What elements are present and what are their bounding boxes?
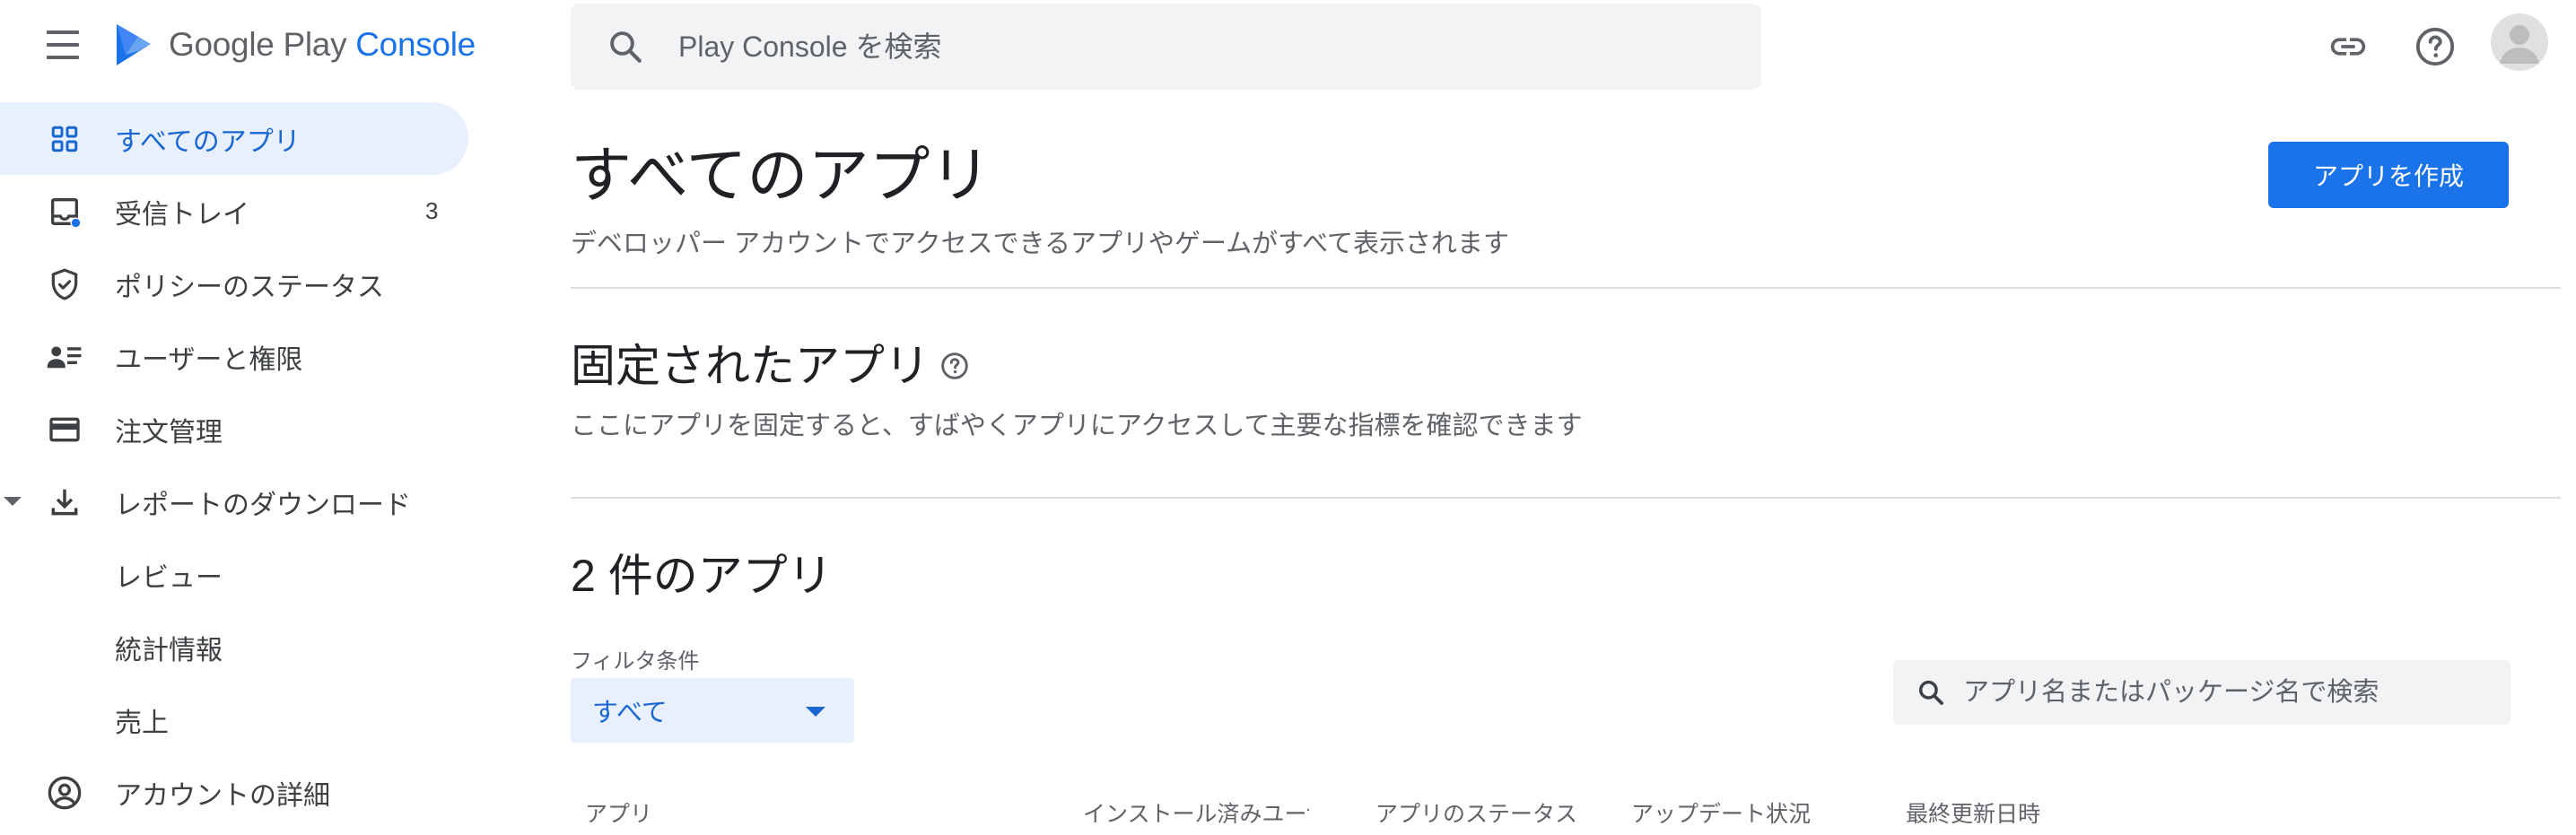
account-circle-icon (47, 775, 83, 811)
play-console-logo[interactable]: Google Play Console (111, 20, 476, 70)
filter-dropdown[interactable]: すべて (571, 678, 854, 743)
sidebar-item-all-apps[interactable]: すべてのアプリ (0, 102, 468, 175)
inbox-count-badge: 3 (425, 197, 439, 224)
play-console-logo-icon (117, 24, 151, 65)
global-search-bar[interactable] (571, 4, 1761, 90)
sidebar-subitem-reviews[interactable]: レビュー (0, 538, 476, 611)
column-header-update-status[interactable]: アップデート状況 (1631, 796, 1856, 829)
users-icon (47, 339, 83, 375)
sidebar-item-inbox[interactable]: 受信トレイ 3 (0, 175, 476, 248)
sidebar-item-label: 売上 (115, 708, 169, 738)
pinned-apps-description: ここにアプリを固定すると、すばやくアプリにアクセスして主要な指標を確認できます (571, 412, 1583, 440)
column-header-installed-users[interactable]: インストール済みユーザー (1083, 796, 1309, 829)
sidebar-item-users-permissions[interactable]: ユーザーと権限 (0, 320, 476, 393)
shield-check-icon (47, 266, 83, 302)
grid-icon (47, 121, 83, 157)
menu-icon-bar (47, 56, 79, 59)
sidebar-item-download-reports[interactable]: レポートのダウンロード (0, 465, 476, 538)
inbox-icon (47, 194, 83, 230)
search-icon (610, 31, 642, 63)
link-button[interactable] (2327, 25, 2370, 68)
app-search-bar[interactable] (1893, 660, 2511, 725)
account-avatar[interactable] (2491, 13, 2548, 71)
chevron-down-icon (806, 707, 825, 717)
link-icon (2330, 38, 2366, 56)
sidebar-item-label: レビュー (115, 562, 223, 593)
create-app-button[interactable]: アプリを作成 (2268, 142, 2509, 208)
help-button[interactable] (2414, 25, 2457, 68)
credit-card-icon (47, 412, 83, 448)
global-search-input[interactable] (678, 30, 1665, 64)
sidebar-item-label: レポートのダウンロード (115, 490, 411, 520)
page-subtitle: デベロッパー アカウントでアクセスできるアプリやゲームがすべて表示されます (571, 230, 1509, 258)
sidebar-item-policy-status[interactable]: ポリシーのステータス (0, 248, 476, 320)
account-icon (2500, 25, 2539, 64)
filter-label: フィルタ条件 (571, 649, 700, 674)
sidebar-item-label: 注文管理 (115, 417, 223, 448)
sidebar-subitem-statistics[interactable]: 統計情報 (0, 611, 476, 683)
page-title: すべてのアプリ (571, 142, 991, 210)
help-icon (2415, 27, 2455, 66)
app-search-input[interactable] (1963, 677, 2484, 708)
divider (571, 287, 2561, 289)
logo-text: Google Play Console (169, 26, 476, 63)
sidebar-item-label: アカウントの詳細 (115, 780, 330, 811)
sidebar-item-account-details[interactable]: アカウントの詳細 (0, 756, 476, 829)
menu-icon-bar (47, 43, 79, 47)
help-circle-icon[interactable] (940, 352, 969, 380)
download-icon (47, 484, 83, 520)
pinned-apps-heading: 固定されたアプリ (571, 330, 969, 395)
sidebar-item-label: ポリシーのステータス (115, 272, 384, 302)
menu-button[interactable] (47, 30, 83, 59)
sidebar-subitem-sales[interactable]: 売上 (0, 683, 476, 756)
divider (571, 497, 2561, 499)
sidebar-item-label: すべてのアプリ (115, 126, 301, 157)
menu-icon-bar (47, 30, 79, 34)
search-icon (1918, 680, 1943, 705)
pinned-apps-title: 固定されたアプリ (571, 341, 930, 391)
filter-selected-value: すべて (592, 699, 668, 727)
sidebar-item-label: ユーザーと権限 (115, 344, 303, 375)
sidebar: すべてのアプリ 受信トレイ 3 ポリシーのステータス ユーザーと権限 注文管理 … (0, 102, 476, 829)
column-header-last-updated[interactable]: 最終更新日時 (1906, 796, 2130, 829)
sidebar-item-label: 統計情報 (115, 635, 223, 665)
column-header-app[interactable]: アプリ (585, 796, 764, 829)
sidebar-item-order-management[interactable]: 注文管理 (0, 393, 476, 465)
expand-arrow-icon[interactable] (4, 497, 22, 506)
apps-count-heading: 2 件のアプリ (571, 540, 833, 605)
apps-count-title: 2 件のアプリ (571, 551, 833, 601)
sidebar-item-label: 受信トレイ (115, 199, 249, 230)
column-header-app-status[interactable]: アプリのステータス (1375, 796, 1609, 829)
